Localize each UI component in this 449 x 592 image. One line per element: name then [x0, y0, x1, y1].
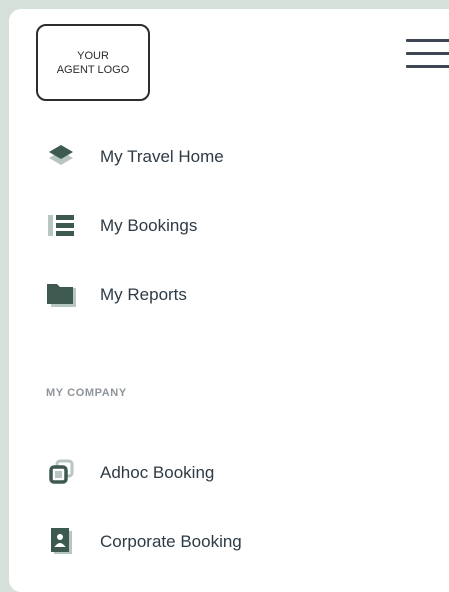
logo-line-2: AGENT LOGO [56, 63, 130, 76]
hamburger-bar-middle [406, 52, 449, 55]
folder-icon [46, 281, 76, 307]
section-label-my-company: MY COMPANY [46, 387, 127, 399]
list-icon [46, 212, 76, 238]
sidebar-item-label: My Bookings [100, 216, 198, 235]
layers-icon [46, 143, 76, 169]
hamburger-menu-button[interactable] [404, 33, 449, 73]
sidebar-item-adhoc-booking[interactable]: Adhoc Booking [9, 452, 449, 492]
copy-icon [46, 459, 76, 485]
sidebar-item-my-reports[interactable]: My Reports [9, 274, 449, 314]
hamburger-bar-bottom [406, 65, 449, 68]
sidebar-item-label: Adhoc Booking [100, 463, 215, 482]
sidebar-item-label: Corporate Booking [100, 532, 242, 551]
sidebar-panel: YOUR AGENT LOGO My Travel Home My Bookin… [9, 9, 449, 592]
contact-card-icon [46, 528, 76, 554]
hamburger-bar-top [406, 39, 449, 42]
sidebar-item-label: My Reports [100, 285, 187, 304]
sidebar-item-my-bookings[interactable]: My Bookings [9, 205, 449, 245]
logo-line-1: YOUR [77, 49, 109, 62]
sidebar-item-label: My Travel Home [100, 147, 224, 166]
sidebar-item-my-travel-home[interactable]: My Travel Home [9, 136, 449, 176]
agent-logo[interactable]: YOUR AGENT LOGO [36, 24, 150, 101]
sidebar-item-corporate-booking[interactable]: Corporate Booking [9, 521, 449, 561]
